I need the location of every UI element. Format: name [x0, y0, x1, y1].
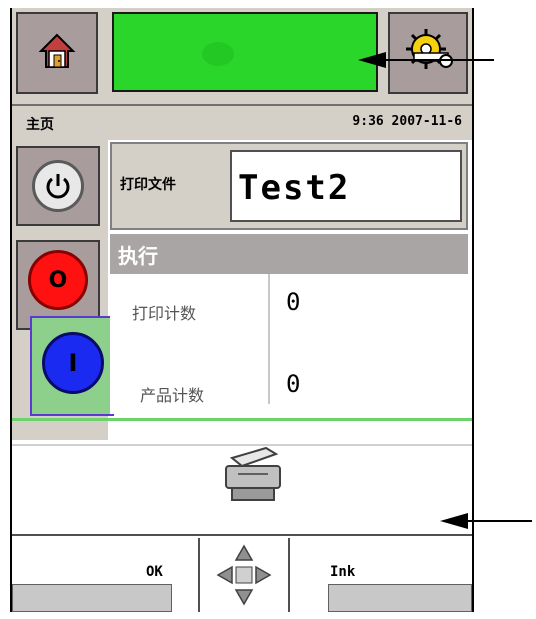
- nav-arrows-icon: [200, 544, 288, 612]
- printer-panel-screen: 主页 9:36 2007-11-6 O I 打印文件 Test2 执行 打印计数…: [10, 8, 474, 612]
- start-button[interactable]: I: [30, 316, 114, 416]
- status-indicator[interactable]: [112, 12, 378, 92]
- power-icon: [32, 160, 84, 212]
- execution-header: 执行: [110, 234, 468, 274]
- callout-arrowhead-bottom: [440, 513, 468, 529]
- table-divider: [268, 274, 270, 404]
- navigation-pad[interactable]: [198, 538, 290, 612]
- ok-status-bar: [12, 584, 172, 612]
- print-file-label: 打印文件: [120, 177, 176, 193]
- print-file-row: 打印文件 Test2: [110, 142, 468, 230]
- stop-icon: O: [28, 250, 88, 310]
- top-bar: [12, 8, 472, 104]
- gear-wrench-icon: [400, 25, 456, 81]
- print-count-value: 0: [286, 288, 301, 316]
- home-button[interactable]: [16, 12, 98, 94]
- printer-icon[interactable]: [218, 444, 288, 506]
- info-bar: 主页 9:36 2007-11-6: [12, 104, 472, 140]
- home-icon: [37, 31, 77, 75]
- control-column: O I: [12, 140, 114, 440]
- status-light: [202, 42, 234, 66]
- execution-table: 打印计数 0 产品计数 0: [110, 274, 468, 414]
- product-count-value: 0: [286, 370, 301, 398]
- page-title: 主页: [26, 117, 54, 133]
- callout-arrow-bottom: [466, 520, 532, 522]
- power-button[interactable]: [16, 146, 100, 226]
- ink-label: Ink: [330, 564, 356, 580]
- datetime-display: 9:36 2007-11-6: [352, 114, 462, 129]
- product-count-label: 产品计数: [140, 386, 205, 405]
- print-file-field[interactable]: Test2: [230, 150, 462, 222]
- separator: [12, 418, 472, 421]
- print-file-name: Test2: [238, 168, 351, 208]
- status-footer: OK Ink: [12, 534, 472, 612]
- settings-button[interactable]: [388, 12, 468, 94]
- print-count-label: 打印计数: [132, 304, 197, 323]
- execution-label: 执行: [118, 244, 158, 268]
- callout-arrow-top: [384, 59, 494, 61]
- ink-status-bar: [328, 584, 472, 612]
- ok-label: OK: [146, 564, 163, 580]
- start-icon: I: [42, 332, 104, 394]
- callout-arrowhead-top: [358, 52, 386, 68]
